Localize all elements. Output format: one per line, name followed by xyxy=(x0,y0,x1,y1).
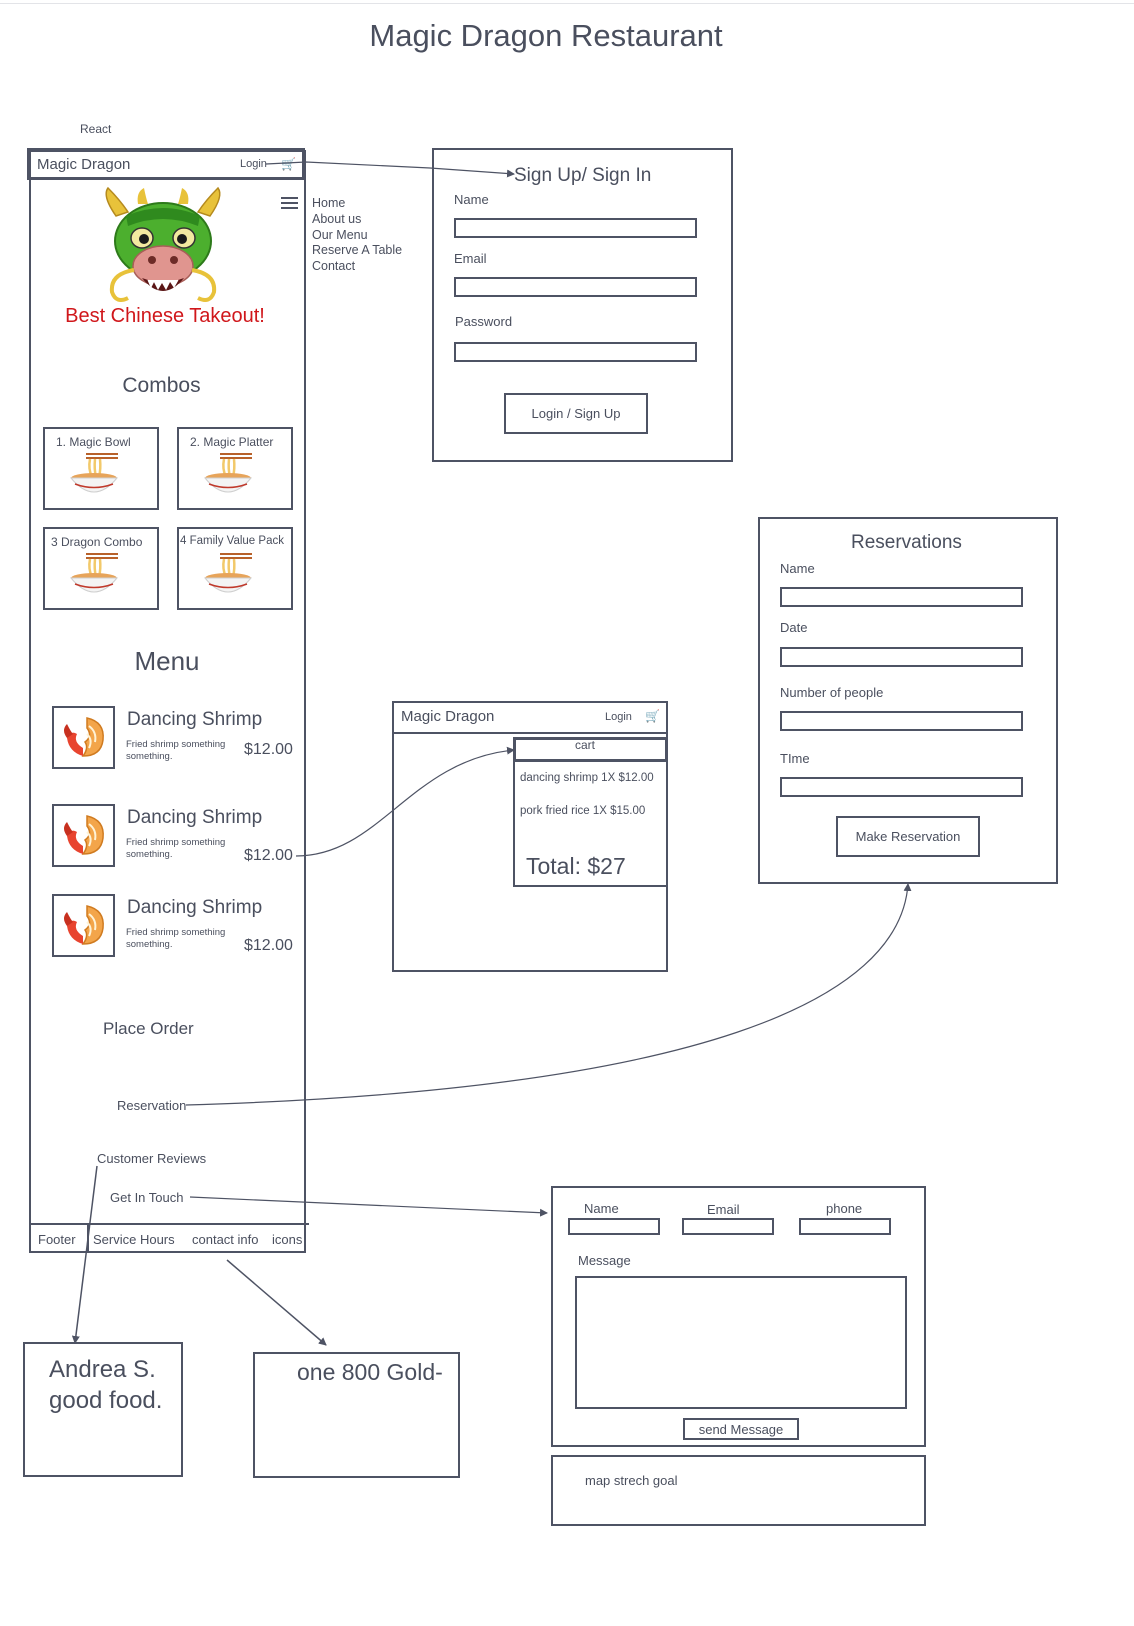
cart-total: Total: $27 xyxy=(526,853,626,879)
hamburger-menu-icon[interactable] xyxy=(281,197,298,210)
menu-heading: Menu xyxy=(134,646,200,676)
signin-password-label: Password xyxy=(455,314,513,329)
reservations-title: Reservations xyxy=(851,532,962,553)
noodle-bowl-icon xyxy=(69,453,119,493)
phone-login-link[interactable]: Login xyxy=(240,158,267,170)
reservation-time-label: TIme xyxy=(780,751,810,766)
reservation-date-field[interactable] xyxy=(780,647,1023,667)
menu-item-price[interactable]: $12.00 xyxy=(244,847,293,865)
login-signup-button[interactable]: Login / Sign Up xyxy=(504,393,648,434)
contact-phone-field[interactable] xyxy=(799,1218,891,1235)
cart-screen-login[interactable]: Login xyxy=(605,711,632,723)
footer-label: Footer xyxy=(38,1232,76,1247)
contact-name-field[interactable] xyxy=(568,1218,660,1235)
phone-brand: Magic Dragon xyxy=(37,156,131,173)
noodle-bowl-icon xyxy=(203,553,253,593)
contact-message-field[interactable] xyxy=(575,1276,907,1409)
signin-name-label: Name xyxy=(454,192,489,207)
signin-email-label: Email xyxy=(454,251,487,266)
place-order-section[interactable]: Place Order xyxy=(103,1019,194,1039)
combo-label-1: 1. Magic Bowl xyxy=(56,435,131,449)
send-message-button[interactable]: send Message xyxy=(683,1418,799,1440)
reservation-people-label: Number of people xyxy=(780,685,884,700)
reservation-people-field[interactable] xyxy=(780,711,1023,731)
footer-contact-info[interactable]: contact info xyxy=(192,1232,259,1247)
cart-screen-brand: Magic Dragon xyxy=(401,708,495,725)
tagline: Best Chinese Takeout! xyxy=(65,305,265,327)
menu-item-name: Dancing Shrimp xyxy=(127,807,263,828)
map-note: map strech goal xyxy=(585,1473,678,1488)
shrimp-icon xyxy=(64,717,104,757)
reservation-name-label: Name xyxy=(780,561,815,576)
contact-message-label: Message xyxy=(578,1253,631,1268)
nav-item-home[interactable]: Home xyxy=(312,196,402,212)
signin-title: Sign Up/ Sign In xyxy=(514,165,652,186)
combo-label-2: 2. Magic Platter xyxy=(190,435,274,449)
footer-service-hours[interactable]: Service Hours xyxy=(93,1232,175,1247)
dragon-logo xyxy=(105,186,221,302)
signin-name-field[interactable] xyxy=(454,218,697,238)
cart-title: cart xyxy=(575,738,596,752)
cart-icon[interactable]: 🛒 xyxy=(645,709,660,723)
map-panel xyxy=(551,1455,926,1526)
make-reservation-button[interactable]: Make Reservation xyxy=(836,816,980,857)
contactinfo-to-box-arrow xyxy=(226,1259,327,1346)
shrimp-icon xyxy=(64,815,104,855)
nav-item-contact[interactable]: Contact xyxy=(312,259,402,275)
top-rule xyxy=(0,3,1134,4)
cart-line-item: dancing shrimp 1X $12.00 xyxy=(520,772,654,784)
noodle-bowl-icon xyxy=(203,453,253,493)
menu-item-price[interactable]: $12.00 xyxy=(244,741,293,759)
menu-item-desc: Fried shrimp something something. xyxy=(126,837,226,860)
signin-password-field[interactable] xyxy=(454,342,697,362)
nav-menu: Home About us Our Menu Reserve A Table C… xyxy=(312,196,402,275)
review-author: Andrea S. xyxy=(49,1356,156,1383)
shrimp-icon xyxy=(64,905,104,945)
menu-item-price[interactable]: $12.00 xyxy=(244,937,293,955)
combo-label-4: 4 Family Value Pack xyxy=(180,535,284,547)
footer-icons[interactable]: icons xyxy=(272,1232,302,1247)
menu-item-desc: Fried shrimp something something. xyxy=(126,739,226,762)
contact-name-label: Name xyxy=(584,1201,619,1216)
nav-item-menu[interactable]: Our Menu xyxy=(312,228,402,244)
reservation-date-label: Date xyxy=(780,620,808,635)
nav-item-about[interactable]: About us xyxy=(312,212,402,228)
combos-heading: Combos xyxy=(122,374,201,397)
signin-email-field[interactable] xyxy=(454,277,697,297)
get-in-touch-link[interactable]: Get In Touch xyxy=(110,1190,183,1205)
contact-email-label: Email xyxy=(707,1202,740,1217)
footer-divider xyxy=(29,1223,309,1225)
contact-phone-label: phone xyxy=(826,1201,863,1216)
reservation-name-field[interactable] xyxy=(780,587,1023,607)
reservation-time-field[interactable] xyxy=(780,777,1023,797)
menu-item-desc: Fried shrimp something something. xyxy=(126,927,226,950)
customer-reviews-link[interactable]: Customer Reviews xyxy=(97,1151,206,1166)
contact-info-text: one 800 Gold- xyxy=(297,1359,443,1385)
menu-item-name: Dancing Shrimp xyxy=(127,709,263,730)
cart-line-item: pork fried rice 1X $15.00 xyxy=(520,805,646,817)
page-title: Magic Dragon Restaurant xyxy=(369,18,723,53)
noodle-bowl-icon xyxy=(69,553,119,593)
combo-label-3: 3 Dragon Combo xyxy=(51,535,143,549)
reservation-link[interactable]: Reservation xyxy=(117,1098,186,1113)
contact-email-field[interactable] xyxy=(682,1218,774,1235)
footer-separator xyxy=(87,1225,89,1251)
review-text: good food. xyxy=(49,1387,163,1414)
menu-item-name: Dancing Shrimp xyxy=(127,897,263,918)
nav-item-reserve[interactable]: Reserve A Table xyxy=(312,243,402,259)
react-label: React xyxy=(80,122,112,136)
cart-icon[interactable]: 🛒 xyxy=(281,157,296,171)
